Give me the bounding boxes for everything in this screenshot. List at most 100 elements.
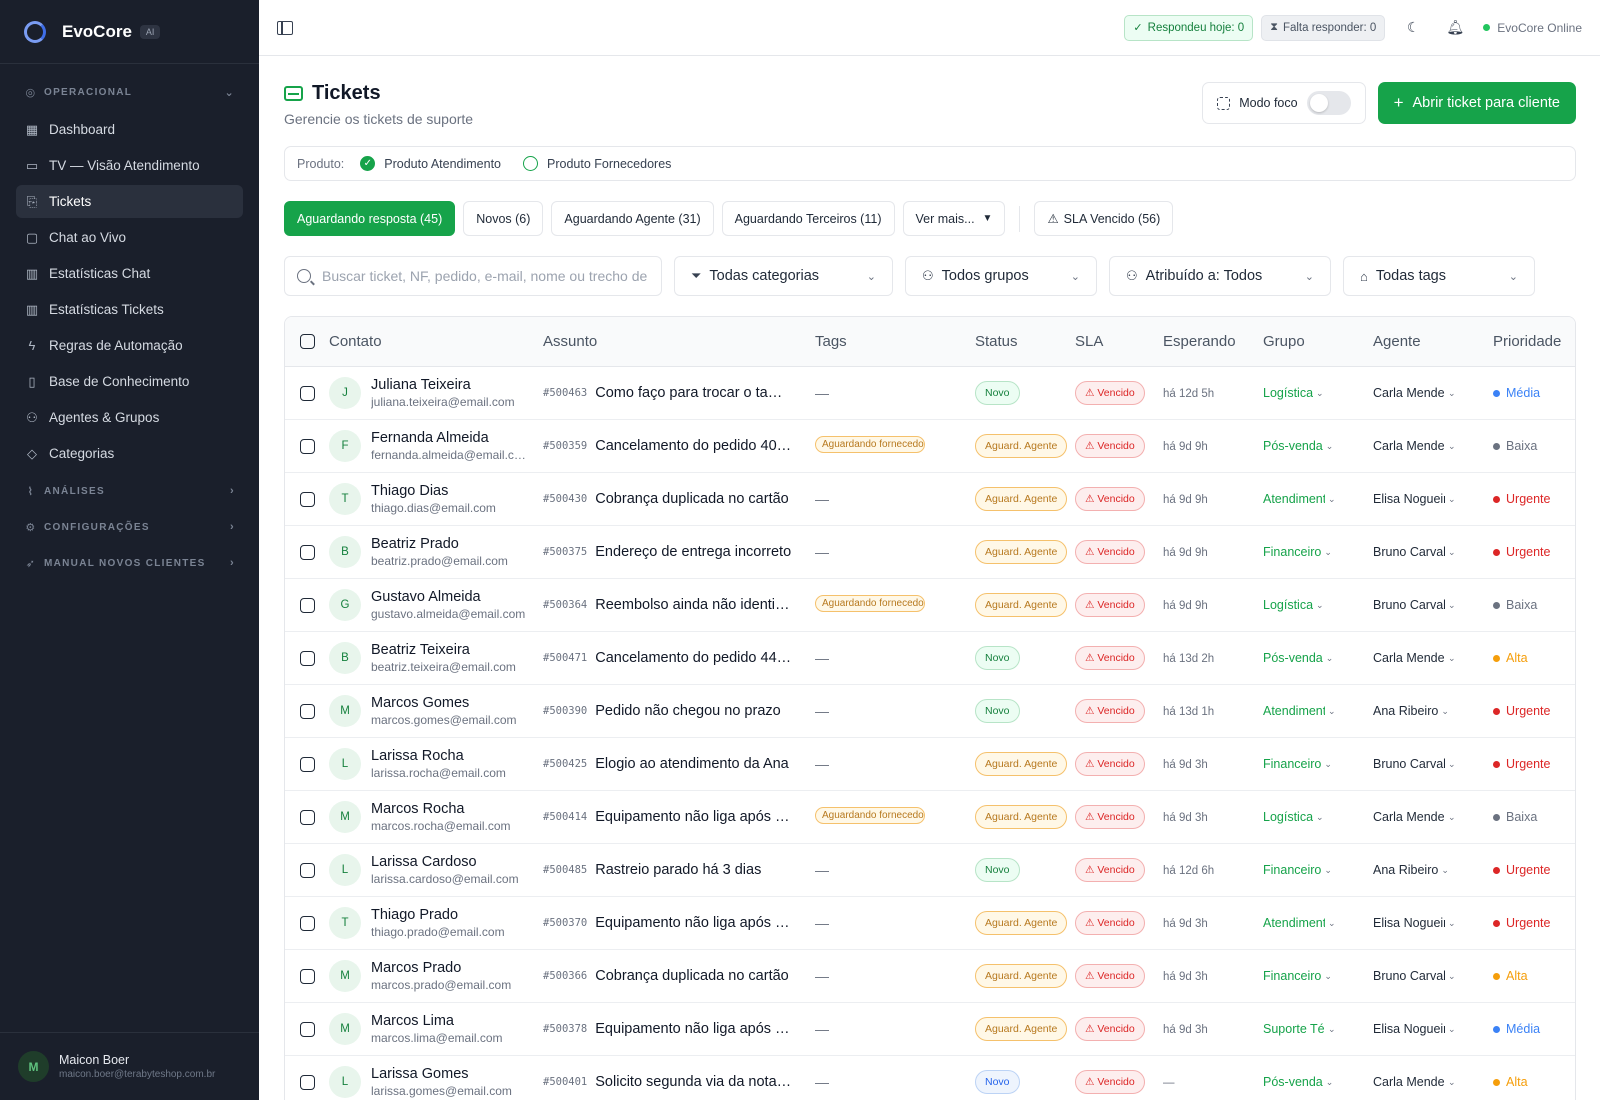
ticket-subject[interactable]: Elogio ao atendimento da Ana <box>595 756 788 772</box>
column-header[interactable]: Contato <box>329 333 543 350</box>
agent-dropdown[interactable]: Bruno Carvalho⌄ <box>1373 757 1493 771</box>
table-row[interactable]: L Larissa Rocha larissa.rocha@email.com #50… <box>285 738 1575 791</box>
table-row[interactable]: F Fernanda Almeida fernanda.almeida@email.… <box>285 420 1575 473</box>
group-dropdown[interactable]: Pós-venda ⌄ <box>1263 1075 1373 1089</box>
table-row[interactable]: M Marcos Prado marcos.prado@email.com #5003… <box>285 950 1575 1003</box>
group-dropdown[interactable]: Atendimento⌄ <box>1263 492 1373 506</box>
agent-dropdown[interactable]: Ana Ribeiro ⌄ <box>1373 863 1493 877</box>
column-header[interactable]: Tags <box>815 333 975 350</box>
ticket-subject[interactable]: Cancelamento do pedido 4021 <box>595 438 791 454</box>
table-row[interactable]: J Juliana Teixeira juliana.teixeira@email.… <box>285 367 1575 420</box>
group-dropdown[interactable]: Atendimento⌄ <box>1263 916 1373 930</box>
row-checkbox[interactable] <box>299 968 315 984</box>
group-dropdown[interactable]: Logística ⌄ <box>1263 386 1373 400</box>
table-row[interactable]: T Thiago Dias thiago.dias@email.com #500430… <box>285 473 1575 526</box>
select-all-checkbox[interactable] <box>299 334 315 349</box>
ticket-subject[interactable]: Equipamento não liga após troca <box>595 1021 791 1037</box>
group-dropdown[interactable]: Financeiro ⌄ <box>1263 757 1373 771</box>
ticket-subject[interactable]: Endereço de entrega incorreto <box>595 544 791 560</box>
sidebar-item-dashboard[interactable]: ▦ Dashboard <box>16 113 243 146</box>
user-profile[interactable]: M Maicon Boer maicon.boer@terabyteshop.c… <box>0 1032 259 1100</box>
agent-dropdown[interactable]: Bruno Carvalho⌄ <box>1373 598 1493 612</box>
moon-icon[interactable]: ☾ <box>1399 14 1427 42</box>
ticket-subject[interactable]: Equipamento não liga após troca <box>595 809 791 825</box>
table-row[interactable]: L Larissa Gomes larissa.gomes@email.com #50… <box>285 1056 1575 1100</box>
agent-dropdown[interactable]: Ana Ribeiro ⌄ <box>1373 704 1493 718</box>
section-manual-novos-clientes[interactable]: ➶ MANUAL NOVOS CLIENTES › <box>16 545 243 581</box>
table-row[interactable]: M Marcos Rocha marcos.rocha@email.com #5004… <box>285 791 1575 844</box>
group-dropdown[interactable]: Pós-venda ⌄ <box>1263 439 1373 453</box>
agent-dropdown[interactable]: Carla Mendes ⌄ <box>1373 386 1493 400</box>
row-checkbox[interactable] <box>299 756 315 772</box>
toggle-sidebar-icon[interactable] <box>277 20 293 35</box>
search-input[interactable] <box>322 268 649 284</box>
assignee-select[interactable]: ⚇ Atribuído a: Todos ⌄ <box>1109 256 1331 296</box>
column-header[interactable]: Assunto <box>543 333 815 350</box>
agent-dropdown[interactable]: Carla Mendes ⌄ <box>1373 439 1493 453</box>
sidebar-item-agentes-grupos[interactable]: ⚇ Agentes & Grupos <box>16 401 243 434</box>
group-dropdown[interactable]: Logística ⌄ <box>1263 810 1373 824</box>
tab-new[interactable]: Novos (6) <box>463 201 544 236</box>
table-row[interactable]: M Marcos Lima marcos.lima@email.com #500378… <box>285 1003 1575 1056</box>
agent-dropdown[interactable]: Bruno Carvalho⌄ <box>1373 545 1493 559</box>
bell-icon[interactable]: 🔔︎ <box>1441 14 1469 42</box>
table-row[interactable]: B Beatriz Teixeira beatriz.teixeira@email.… <box>285 632 1575 685</box>
tags-select[interactable]: ⌂ Todas tags ⌄ <box>1343 256 1535 296</box>
group-dropdown[interactable]: Suporte Técnico⌄ <box>1263 1022 1373 1036</box>
tab-awaiting-agent[interactable]: Aguardando Agente (31) <box>551 201 714 236</box>
column-header[interactable]: Grupo <box>1263 333 1373 350</box>
group-dropdown[interactable]: Financeiro ⌄ <box>1263 545 1373 559</box>
row-checkbox[interactable] <box>299 1074 315 1090</box>
tab-sla-expired[interactable]: ⚠ SLA Vencido (56) <box>1034 201 1174 236</box>
section-an-lises[interactable]: ⌇ ANÁLISES › <box>16 473 243 509</box>
column-header[interactable]: Agente <box>1373 333 1493 350</box>
group-dropdown[interactable]: Financeiro ⌄ <box>1263 863 1373 877</box>
column-header[interactable]: Prioridade <box>1493 333 1573 350</box>
sidebar-item-tv-visao-atendimento[interactable]: ▭ TV — Visão Atendimento <box>16 149 243 182</box>
section-operacional[interactable]: ◎ OPERACIONAL ⌄ <box>16 74 243 110</box>
ticket-subject[interactable]: Equipamento não liga após troca <box>595 915 791 931</box>
row-checkbox[interactable] <box>299 703 315 719</box>
table-row[interactable]: M Marcos Gomes marcos.gomes@email.com #5003… <box>285 685 1575 738</box>
column-header[interactable]: Esperando <box>1163 333 1263 350</box>
group-dropdown[interactable]: Financeiro ⌄ <box>1263 969 1373 983</box>
sidebar-item-base-de-conhecimento[interactable]: ▯ Base de Conhecimento <box>16 365 243 398</box>
sidebar-item-estatisticas-chat[interactable]: ▥ Estatísticas Chat <box>16 257 243 290</box>
ticket-subject[interactable]: Cobrança duplicada no cartão <box>595 968 788 984</box>
group-dropdown[interactable]: Atendimento⌄ <box>1263 704 1373 718</box>
agent-dropdown[interactable]: Elisa Nogueira⌄ <box>1373 1022 1493 1036</box>
group-dropdown[interactable]: Pós-venda ⌄ <box>1263 651 1373 665</box>
row-checkbox[interactable] <box>299 862 315 878</box>
row-checkbox[interactable] <box>299 915 315 931</box>
sidebar-item-tickets[interactable]: ⎘ Tickets <box>16 185 243 218</box>
group-dropdown[interactable]: Logística ⌄ <box>1263 598 1373 612</box>
row-checkbox[interactable] <box>299 597 315 613</box>
open-ticket-button[interactable]: + Abrir ticket para cliente <box>1377 82 1576 124</box>
ticket-subject[interactable]: Cancelamento do pedido 4471 <box>595 650 791 666</box>
ticket-subject[interactable]: Rastreio parado há 3 dias <box>595 862 761 878</box>
section-configura-es[interactable]: ⚙ CONFIGURAÇÕES › <box>16 509 243 545</box>
tab-awaiting-response[interactable]: Aguardando resposta (45) <box>284 201 456 236</box>
group-select[interactable]: ⚇ Todos grupos ⌄ <box>905 256 1097 296</box>
brand[interactable]: EvoCore AI <box>0 0 259 64</box>
focus-mode-toggle[interactable] <box>1306 91 1351 115</box>
table-row[interactable]: G Gustavo Almeida gustavo.almeida@email.co… <box>285 579 1575 632</box>
table-row[interactable]: L Larissa Cardoso larissa.cardoso@email.co… <box>285 844 1575 897</box>
agent-dropdown[interactable]: Elisa Nogueira⌄ <box>1373 916 1493 930</box>
column-header[interactable]: Status <box>975 333 1075 350</box>
row-checkbox[interactable] <box>299 809 315 825</box>
product-fornecedores-checkbox[interactable]: Produto Fornecedores <box>523 156 671 171</box>
row-checkbox[interactable] <box>299 438 315 454</box>
sidebar-item-estatisticas-tickets[interactable]: ▥ Estatísticas Tickets <box>16 293 243 326</box>
sidebar-item-regras-de-automacao[interactable]: ϟ Regras de Automação <box>16 329 243 362</box>
row-checkbox[interactable] <box>299 544 315 560</box>
agent-dropdown[interactable]: Bruno Carvalho⌄ <box>1373 969 1493 983</box>
column-header[interactable]: SLA <box>1075 333 1163 350</box>
row-checkbox[interactable] <box>299 650 315 666</box>
table-row[interactable]: B Beatriz Prado beatriz.prado@email.com #50… <box>285 526 1575 579</box>
ticket-subject[interactable]: Pedido não chegou no prazo <box>595 703 780 719</box>
row-checkbox[interactable] <box>299 1021 315 1037</box>
ticket-subject[interactable]: Solicito segunda via da nota fiscal <box>595 1074 791 1090</box>
tab-see-more[interactable]: Ver mais... ▼ <box>902 201 1006 236</box>
agent-dropdown[interactable]: Carla Mendes ⌄ <box>1373 1075 1493 1089</box>
